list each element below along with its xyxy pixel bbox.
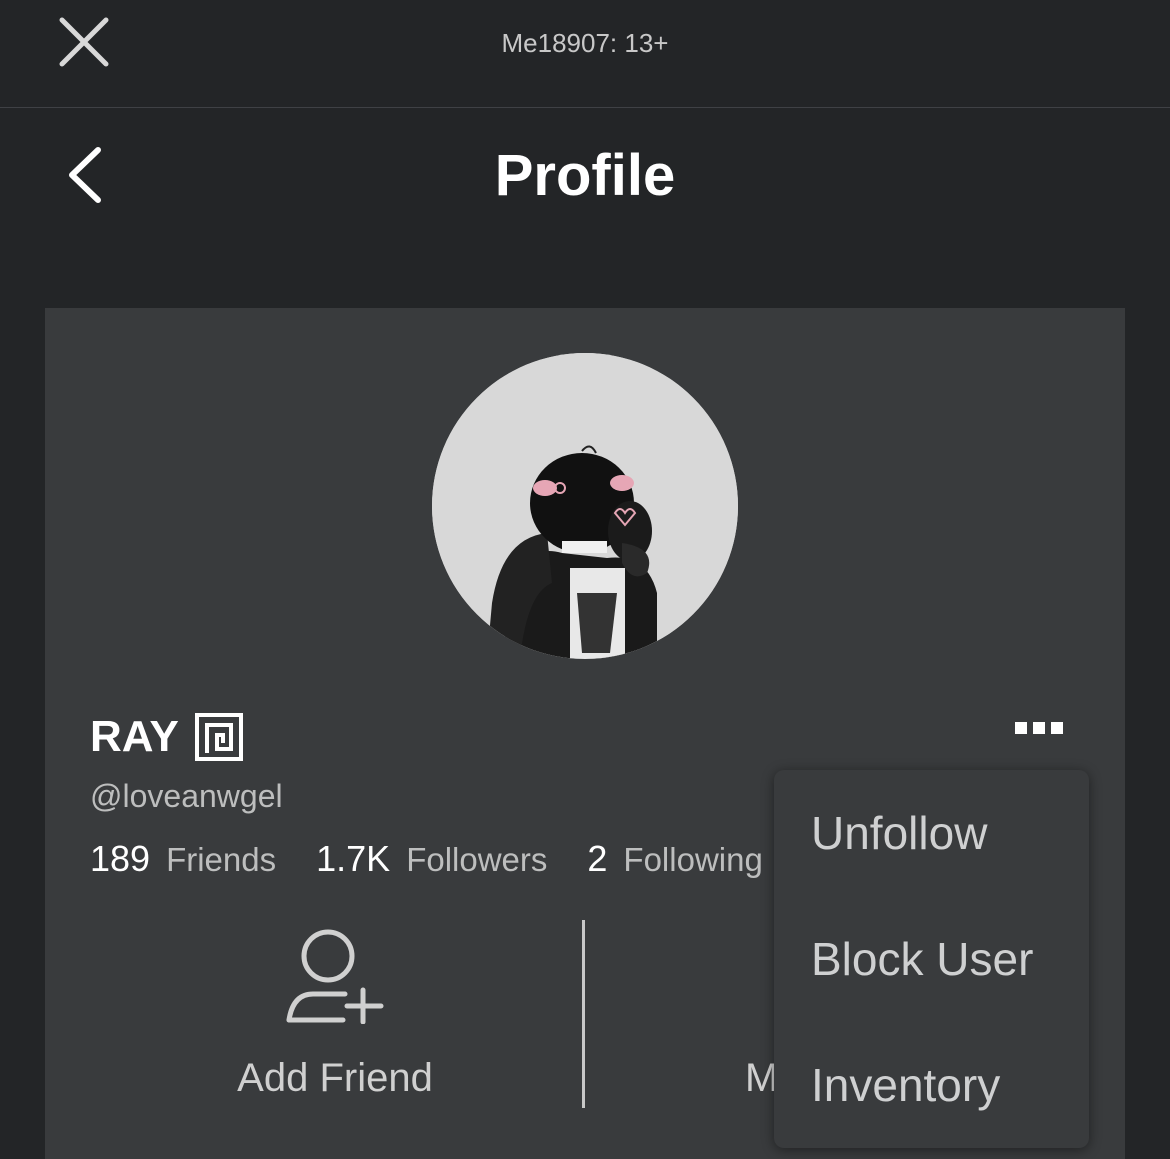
profile-stats: 189 Friends 1.7K Followers 2 Following <box>90 838 790 882</box>
premium-icon <box>194 713 243 761</box>
page-header: Profile <box>0 108 1170 238</box>
stat-friends[interactable]: 189 Friends <box>90 838 276 880</box>
action-divider <box>582 920 585 1108</box>
top-bar: Me18907: 13+ <box>0 0 1170 108</box>
menu-item-inventory[interactable]: Inventory <box>811 1058 1000 1112</box>
username: @loveanwgel <box>90 778 283 814</box>
stat-value: 1.7K <box>316 838 391 879</box>
more-options-icon <box>1051 722 1063 734</box>
menu-item-block-user[interactable]: Block User <box>811 932 1033 986</box>
avatar[interactable] <box>432 353 738 659</box>
stat-label: Followers <box>406 841 548 878</box>
stat-value: 189 <box>90 838 151 879</box>
more-options-menu: Unfollow Block User Inventory <box>774 770 1089 1148</box>
add-friend-icon <box>286 929 384 1024</box>
page-title: Profile <box>494 143 676 208</box>
more-options-icon <box>1033 722 1045 734</box>
avatar-image <box>432 353 738 659</box>
stat-label: Following <box>623 841 763 878</box>
stat-following[interactable]: 2 Following <box>587 838 762 880</box>
more-options-icon <box>1015 722 1027 734</box>
more-options-button[interactable] <box>1015 716 1075 740</box>
menu-item-unfollow[interactable]: Unfollow <box>811 806 987 860</box>
add-friend-label: Add Friend <box>237 1056 433 1100</box>
add-friend-button[interactable]: Add Friend <box>205 928 465 1108</box>
display-name: RAY <box>90 712 179 761</box>
stat-followers[interactable]: 1.7K Followers <box>316 838 547 880</box>
display-name-row: RAY <box>90 712 243 762</box>
stat-label: Friends <box>166 841 277 878</box>
topbar-title: Me18907: 13+ <box>501 28 669 58</box>
stat-value: 2 <box>587 838 608 879</box>
